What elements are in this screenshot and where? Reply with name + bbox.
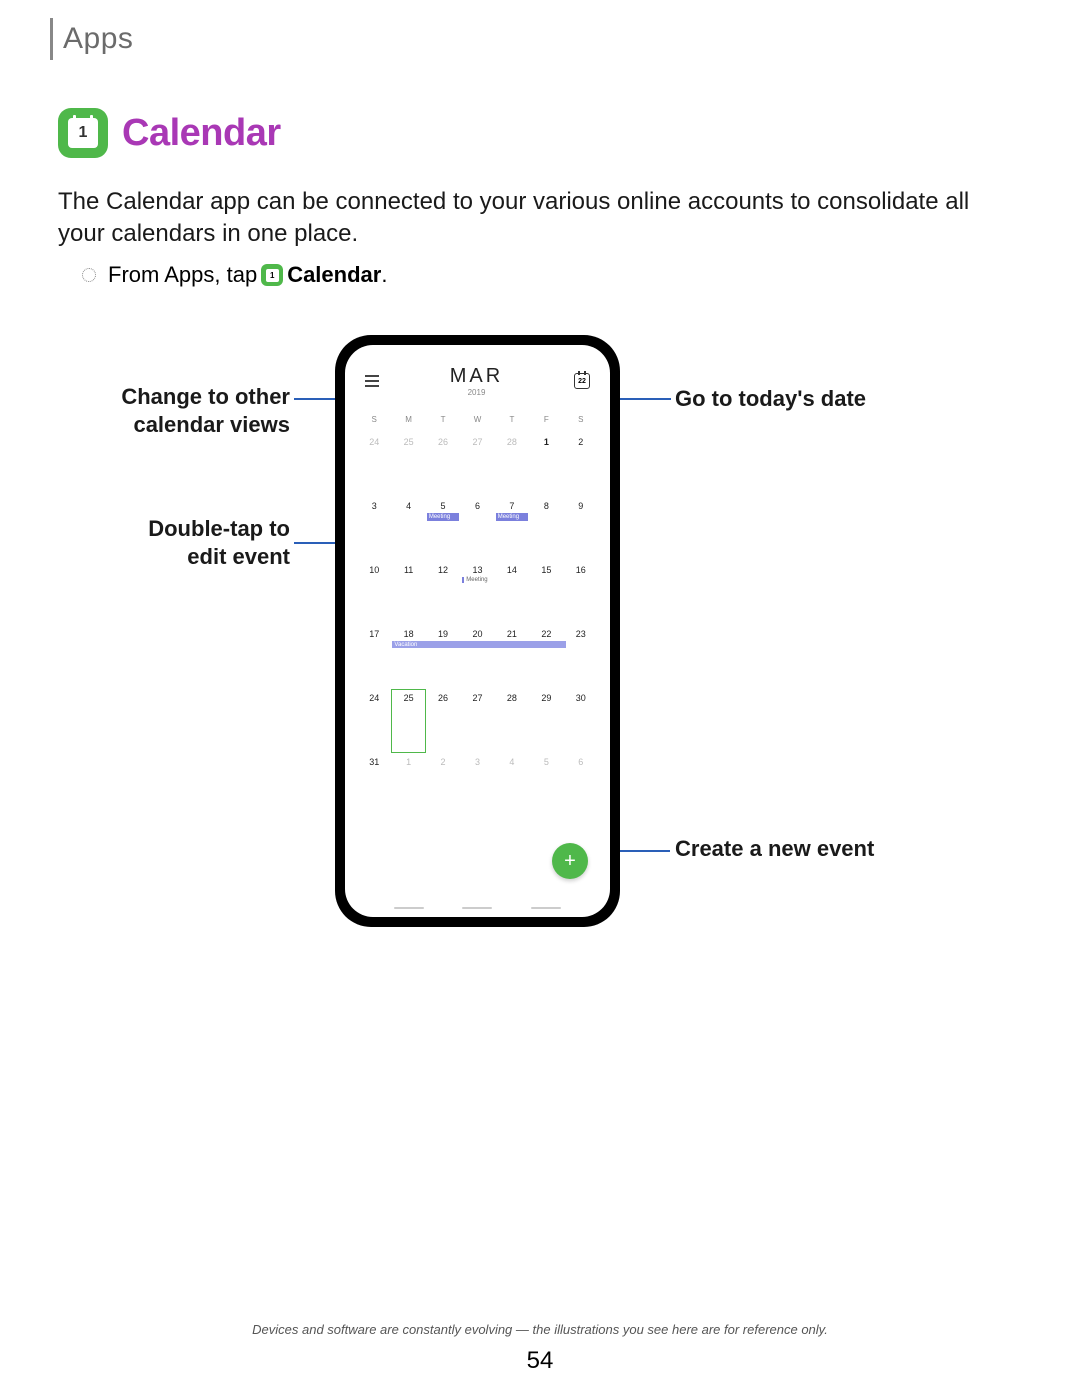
calendar-day-cell[interactable]: 3 xyxy=(357,497,391,561)
instruction-line: From Apps, tap 1 Calendar . xyxy=(82,262,387,288)
calendar-day-cell[interactable]: 28 xyxy=(495,433,529,497)
event-chip[interactable]: Meeting xyxy=(427,513,459,521)
calendar-day-cell[interactable]: 22 xyxy=(529,625,563,689)
hamburger-menu-icon[interactable] xyxy=(365,375,379,387)
calendar-day-cell[interactable]: 24 xyxy=(357,433,391,497)
calendar-day-cell[interactable]: 5Meeting xyxy=(426,497,460,561)
calendar-day-cell[interactable]: 18Vacation xyxy=(391,625,425,689)
callout-change-views: Change to other calendar views xyxy=(100,383,290,438)
calendar-day-cell[interactable]: 25 xyxy=(391,433,425,497)
calendar-app-icon-small: 1 xyxy=(261,264,283,286)
add-event-fab[interactable]: + xyxy=(552,843,588,879)
calendar-day-cell[interactable]: 4 xyxy=(495,753,529,817)
calendar-day-cell[interactable]: 11 xyxy=(391,561,425,625)
calendar-day-cell[interactable]: 5 xyxy=(529,753,563,817)
callout-edit-event: Double-tap to edit event xyxy=(120,515,290,570)
calendar-day-cell[interactable]: 14 xyxy=(495,561,529,625)
day-of-week-header: S xyxy=(357,415,391,433)
footnote: Devices and software are constantly evol… xyxy=(0,1322,1080,1337)
callout-today: Go to today's date xyxy=(675,385,866,413)
calendar-day-cell[interactable]: 16 xyxy=(564,561,598,625)
day-of-week-header: M xyxy=(391,415,425,433)
calendar-day-cell[interactable]: 1 xyxy=(529,433,563,497)
calendar-day-cell[interactable]: 6 xyxy=(460,497,494,561)
section-header: Apps xyxy=(50,18,133,60)
calendar-day-cell[interactable]: 27 xyxy=(460,433,494,497)
calendar-day-cell[interactable]: 7Meeting xyxy=(495,497,529,561)
annotated-screenshot: Change to other calendar views Go to tod… xyxy=(0,335,1080,935)
day-of-week-header: W xyxy=(460,415,494,433)
calendar-icon-number: 1 xyxy=(68,118,98,148)
phone-frame: MAR 2019 22 SMTWTFS242526272812345Meetin… xyxy=(335,335,620,927)
day-of-week-header: F xyxy=(529,415,563,433)
intro-paragraph: The Calendar app can be connected to you… xyxy=(58,186,1022,251)
calendar-day-cell[interactable]: 8 xyxy=(529,497,563,561)
calendar-day-cell[interactable]: 2 xyxy=(426,753,460,817)
calendar-day-cell[interactable]: 6 xyxy=(564,753,598,817)
calendar-day-cell[interactable]: 4 xyxy=(391,497,425,561)
calendar-day-cell[interactable]: 26 xyxy=(426,689,460,753)
calendar-grid: SMTWTFS242526272812345Meeting67Meeting89… xyxy=(357,415,598,817)
event-text[interactable]: Meeting xyxy=(462,577,487,583)
navbar xyxy=(345,907,610,909)
calendar-day-cell[interactable]: 3 xyxy=(460,753,494,817)
calendar-app-icon: 1 xyxy=(58,108,108,158)
calendar-header: MAR 2019 22 xyxy=(345,365,610,397)
phone-screen: MAR 2019 22 SMTWTFS242526272812345Meetin… xyxy=(345,345,610,917)
calendar-day-cell[interactable]: 19 xyxy=(426,625,460,689)
day-of-week-header: S xyxy=(564,415,598,433)
instruction-prefix: From Apps, tap xyxy=(108,262,257,288)
instruction-app-label: Calendar xyxy=(287,262,381,288)
calendar-day-cell[interactable]: 10 xyxy=(357,561,391,625)
page-title: Calendar xyxy=(122,112,281,155)
calendar-day-cell[interactable]: 12 xyxy=(426,561,460,625)
page-number: 54 xyxy=(0,1347,1080,1375)
calendar-day-cell[interactable]: 25 xyxy=(391,689,425,753)
calendar-day-cell[interactable]: 30 xyxy=(564,689,598,753)
calendar-day-cell[interactable]: 24 xyxy=(357,689,391,753)
header-divider xyxy=(50,18,53,60)
small-icon-number: 1 xyxy=(266,269,279,282)
calendar-day-cell[interactable]: 17 xyxy=(357,625,391,689)
calendar-day-cell[interactable]: 31 xyxy=(357,753,391,817)
section-title: Apps xyxy=(63,22,133,56)
calendar-day-cell[interactable]: 29 xyxy=(529,689,563,753)
calendar-day-cell[interactable]: 26 xyxy=(426,433,460,497)
year-text: 2019 xyxy=(450,388,503,397)
bullet-icon xyxy=(82,268,96,282)
calendar-day-cell[interactable]: 2 xyxy=(564,433,598,497)
event-chip[interactable]: Meeting xyxy=(496,513,528,521)
calendar-day-cell[interactable]: 27 xyxy=(460,689,494,753)
go-to-today-icon[interactable]: 22 xyxy=(574,373,590,389)
day-of-week-header: T xyxy=(426,415,460,433)
calendar-day-cell[interactable]: 28 xyxy=(495,689,529,753)
calendar-day-cell[interactable]: 15 xyxy=(529,561,563,625)
day-of-week-header: T xyxy=(495,415,529,433)
calendar-day-cell[interactable]: 21 xyxy=(495,625,529,689)
calendar-day-cell[interactable]: 1 xyxy=(391,753,425,817)
calendar-day-cell[interactable]: 13Meeting xyxy=(460,561,494,625)
calendar-day-cell[interactable]: 20 xyxy=(460,625,494,689)
calendar-day-cell[interactable]: 23 xyxy=(564,625,598,689)
callout-create-event: Create a new event xyxy=(675,835,874,863)
page-title-row: 1 Calendar xyxy=(58,108,281,158)
month-label: MAR 2019 xyxy=(450,365,503,397)
calendar-day-cell[interactable]: 9 xyxy=(564,497,598,561)
month-text: MAR xyxy=(450,365,503,388)
instruction-suffix: . xyxy=(381,262,387,288)
